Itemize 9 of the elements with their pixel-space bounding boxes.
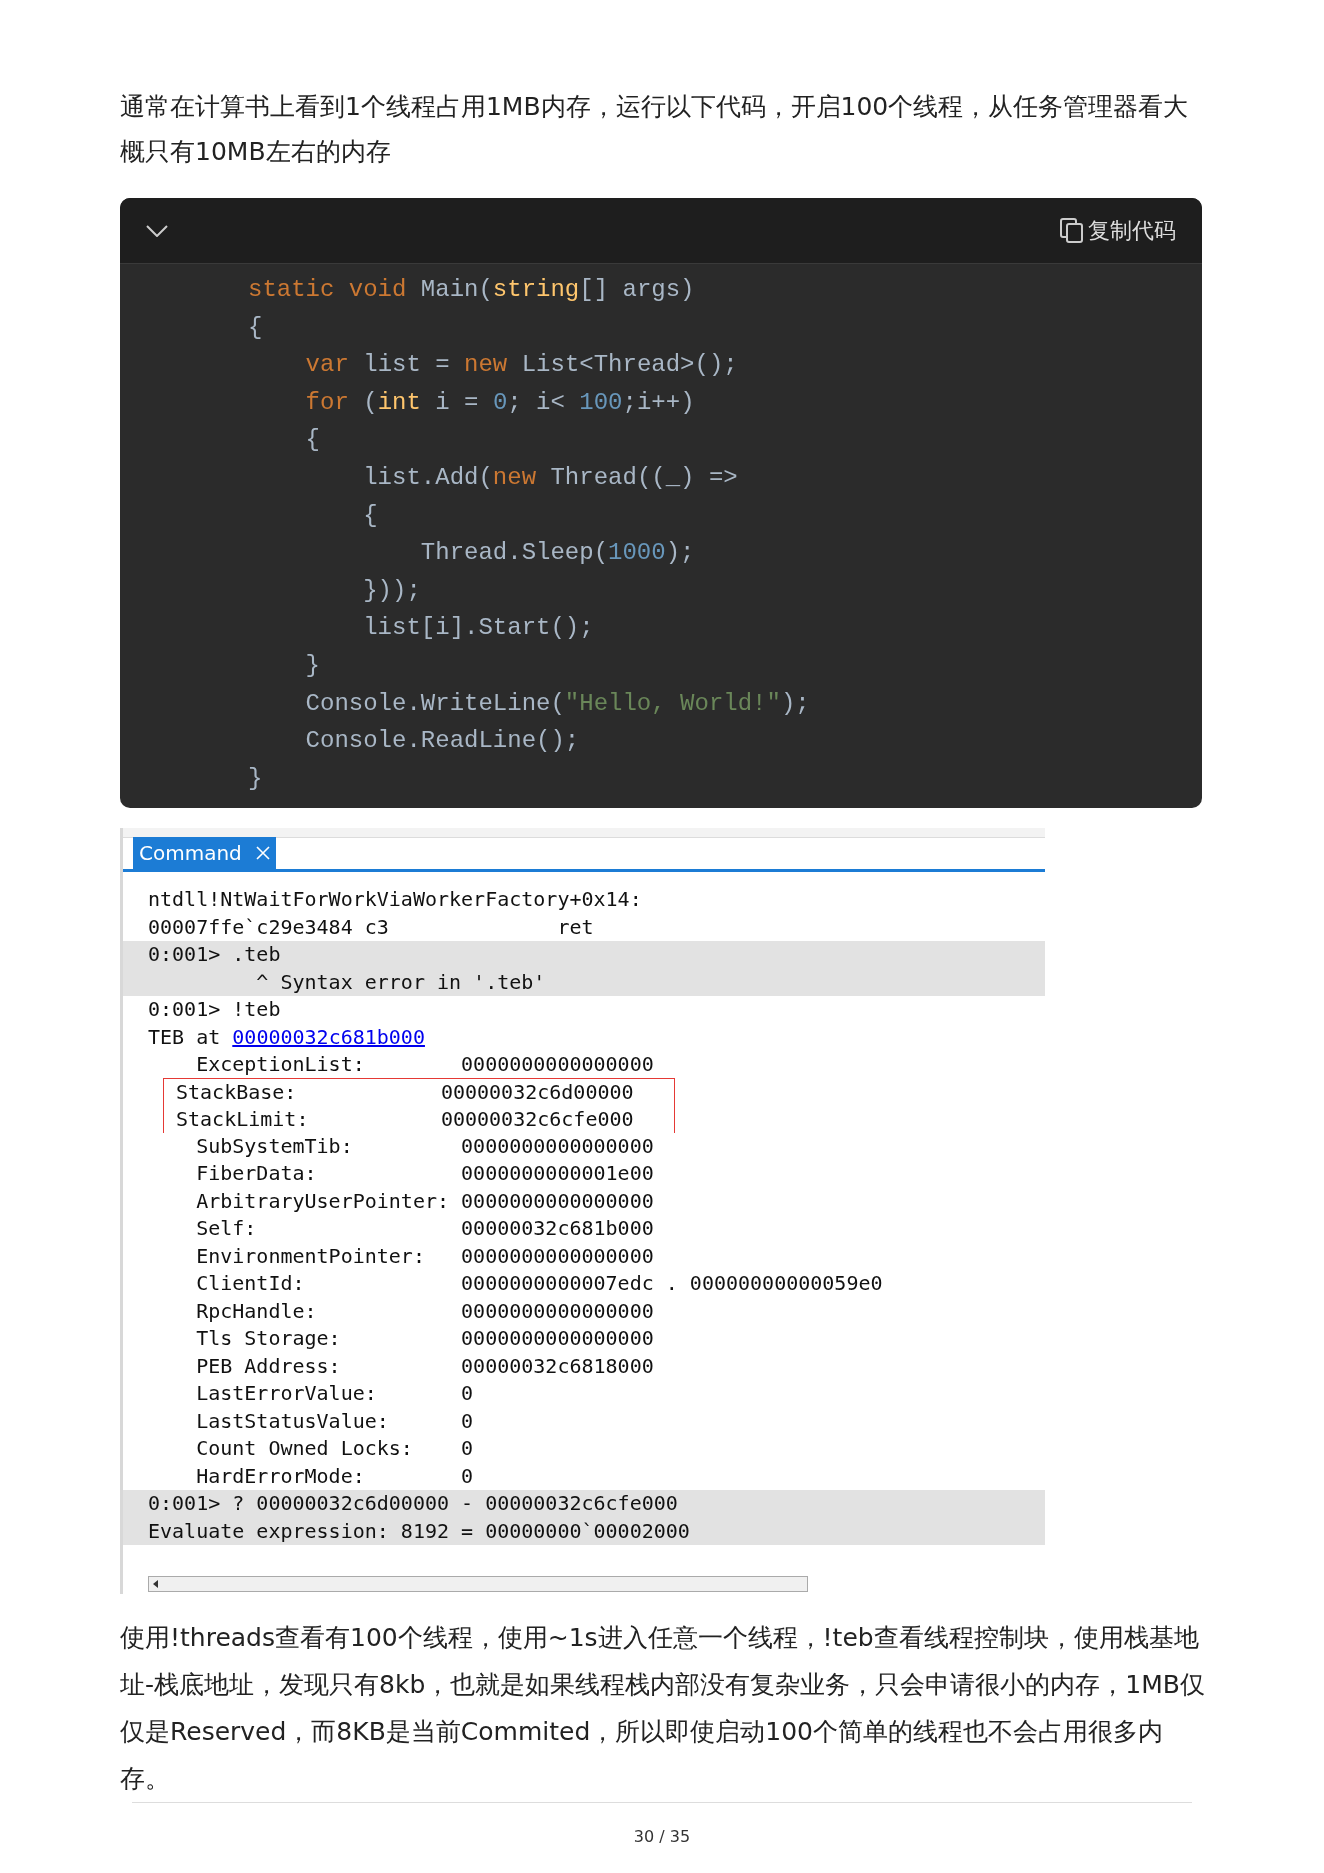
page-number: 30 / 35 xyxy=(633,1826,691,1848)
explanation-paragraph: 使用!threads查看有100个线程，使用~1s进入任意一个线程，!teb查看线程控制块，使用栈基地址-栈底地址，发现只有8kb，也就是如果线程栈内部没有复杂业务，只会申请很小的内存，1MB仅仅是Reserved，而8KB是当前Commited，所以即使启动100个简单的线程也不会占用很多内存。 xyxy=(120,1622,1205,1795)
copy-icon xyxy=(1060,217,1084,244)
code-listing: static void Main(string[] args) { var list = new List<Thread>(); for (int i = 0; i< 100;i++) { list.Add(new Thread((_) => { Thread.Sleep(1000); })); list[i].Start(); } Console.WriteLine("Hello, World!"); Console.ReadLine(); } xyxy=(247,275,811,794)
close-icon[interactable] xyxy=(255,846,270,861)
intro-paragraph: 通常在计算书上看到1个线程占用1MB内存，运行以下代码，开启100个线程，从任务管理器看大概只有10MB左右的内存 xyxy=(120,91,1190,168)
command-tab[interactable]: Command xyxy=(133,837,276,870)
copy-code-button[interactable]: 复制代码 xyxy=(1060,214,1176,247)
chevron-down-icon[interactable] xyxy=(146,224,168,237)
